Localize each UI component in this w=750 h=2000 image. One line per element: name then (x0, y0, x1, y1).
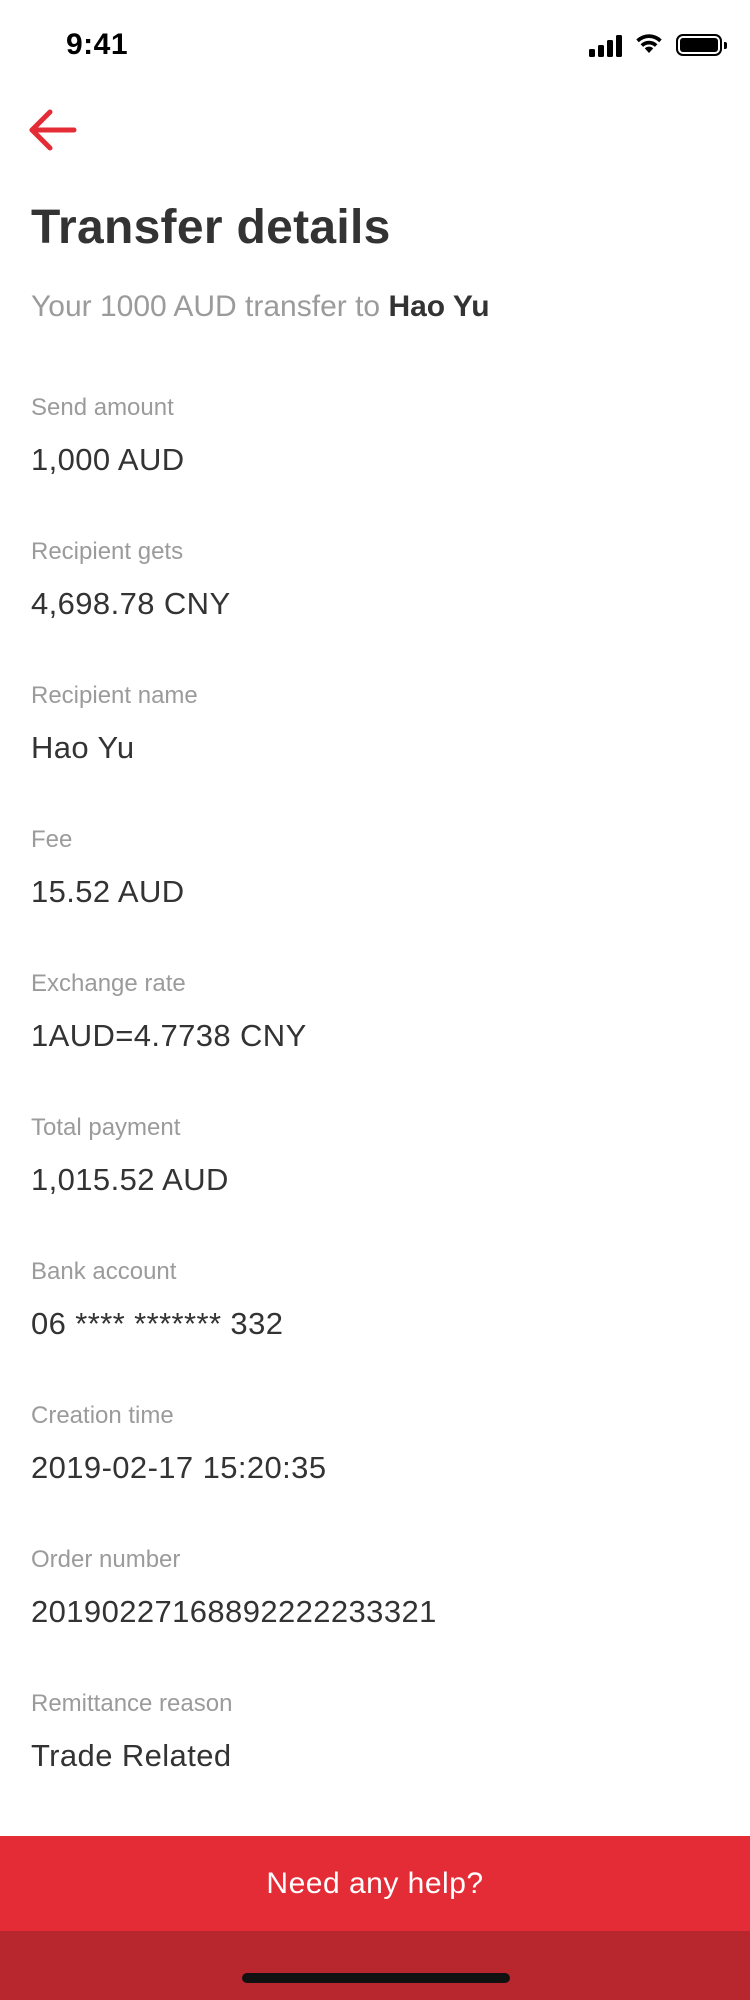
home-indicator[interactable] (242, 1973, 510, 1983)
detail-value: 1,015.52 AUD (31, 1162, 229, 1197)
status-time: 9:41 (66, 28, 129, 61)
back-button[interactable] (28, 108, 78, 152)
detail-label: Fee (31, 826, 73, 853)
detail-label: Bank account (31, 1258, 177, 1285)
detail-order-number: Order number 20190227168892222233321 (31, 1544, 721, 1688)
detail-bank-account: Bank account 06 **** ******* 332 (31, 1256, 721, 1400)
detail-value: 1,000 AUD (31, 442, 185, 477)
detail-total-payment: Total payment 1,015.52 AUD (31, 1112, 721, 1256)
detail-label: Recipient name (31, 682, 198, 709)
detail-value: 06 **** ******* 332 (31, 1306, 284, 1341)
detail-value: 4,698.78 CNY (31, 586, 231, 621)
battery-icon (676, 34, 727, 56)
wifi-icon (634, 31, 664, 60)
detail-creation-time: Creation time 2019-02-17 15:20:35 (31, 1400, 721, 1544)
home-indicator-area (0, 1931, 750, 2000)
detail-value: 20190227168892222233321 (31, 1594, 437, 1629)
detail-send-amount: Send amount 1,000 AUD (31, 392, 721, 536)
detail-label: Send amount (31, 394, 174, 421)
detail-value: Hao Yu (31, 730, 135, 765)
detail-exchange-rate: Exchange rate 1AUD=4.7738 CNY (31, 968, 721, 1112)
need-help-button[interactable]: Need any help? (0, 1836, 750, 1931)
detail-remittance-reason: Remittance reason Trade Related (31, 1688, 721, 1832)
detail-fee: Fee 15.52 AUD (31, 824, 721, 968)
subtitle-recipient-name: Hao Yu (388, 290, 490, 323)
page-subtitle: Your 1000 AUD transfer to Hao Yu (31, 290, 490, 324)
detail-label: Recipient gets (31, 538, 184, 565)
page-title: Transfer details (31, 201, 391, 254)
detail-label: Remittance reason (31, 1690, 233, 1717)
status-icons (589, 31, 727, 60)
detail-value: 2019-02-17 15:20:35 (31, 1450, 327, 1485)
transfer-details-screen: 9:41 Transfer details Your 1000 AUD tran… (0, 0, 750, 2000)
arrow-left-icon (29, 109, 77, 151)
detail-recipient-name: Recipient name Hao Yu (31, 680, 721, 824)
detail-label: Exchange rate (31, 970, 186, 997)
detail-label: Creation time (31, 1402, 174, 1429)
status-bar: 9:41 (0, 0, 750, 90)
detail-label: Total payment (31, 1114, 181, 1141)
detail-label: Order number (31, 1546, 181, 1573)
signal-icon (589, 33, 622, 57)
detail-value: 1AUD=4.7738 CNY (31, 1018, 307, 1053)
detail-recipient-gets: Recipient gets 4,698.78 CNY (31, 536, 721, 680)
transfer-details-list: Send amount 1,000 AUD Recipient gets 4,6… (31, 392, 721, 1832)
detail-value: 15.52 AUD (31, 874, 185, 909)
detail-value: Trade Related (31, 1738, 232, 1773)
subtitle-text: Your 1000 AUD transfer to (31, 290, 389, 323)
